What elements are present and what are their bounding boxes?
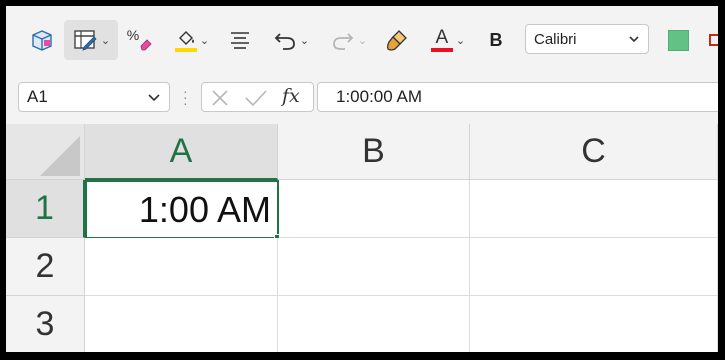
cube-icon[interactable] bbox=[26, 20, 58, 60]
cancel-icon[interactable] bbox=[210, 88, 230, 108]
font-name-value: Calibri bbox=[534, 30, 577, 48]
align-button[interactable] bbox=[226, 20, 254, 60]
table-edit-icon bbox=[74, 30, 97, 51]
bold-button[interactable]: B bbox=[482, 20, 510, 60]
cell-c1[interactable] bbox=[470, 180, 718, 238]
redo-icon bbox=[332, 33, 354, 50]
formula-input[interactable]: 1:00:00 AM bbox=[317, 82, 718, 112]
cell-a1[interactable]: 1:00 AM bbox=[85, 180, 279, 239]
formula-bar: A1 · · · fx 1:00:00 AM bbox=[6, 72, 718, 124]
font-color-letter: A bbox=[435, 27, 449, 48]
select-all-button[interactable] bbox=[6, 124, 85, 180]
column-header-a[interactable]: A bbox=[85, 124, 278, 180]
formula-value: 1:00:00 AM bbox=[336, 87, 423, 106]
eraser-icon bbox=[140, 39, 152, 51]
chevron-down-icon: ⌄ bbox=[199, 34, 210, 47]
highlight-color-bar bbox=[174, 47, 197, 52]
number-format-button[interactable]: % bbox=[124, 20, 156, 60]
paintbrush-icon bbox=[387, 30, 407, 51]
name-box[interactable]: A1 bbox=[18, 82, 170, 112]
chevron-down-icon: ⌄ bbox=[299, 34, 310, 47]
splitter-handle[interactable]: · · · bbox=[183, 84, 188, 110]
cell-c3[interactable] bbox=[470, 296, 718, 352]
excel-window: ⌄ % ⌄ ⌄ ⌄ A ⌄ B Calibri A1 · · · fx 1:00… bbox=[6, 6, 718, 352]
column-header-c[interactable]: C bbox=[470, 124, 718, 180]
cell-a3[interactable] bbox=[85, 296, 278, 352]
paint-bucket-icon bbox=[178, 30, 194, 45]
name-box-value: A1 bbox=[27, 87, 48, 106]
fill-color-button[interactable]: ⌄ bbox=[168, 20, 216, 60]
align-center-icon bbox=[231, 32, 249, 49]
cell-a2[interactable] bbox=[85, 238, 278, 296]
cell-b3[interactable] bbox=[278, 296, 470, 352]
percent-label: % bbox=[126, 27, 140, 43]
fill-swatch[interactable] bbox=[668, 30, 689, 51]
row-header-2[interactable]: 2 bbox=[6, 238, 85, 296]
font-color-button[interactable]: A ⌄ bbox=[424, 20, 472, 60]
row-header-3[interactable]: 3 bbox=[6, 296, 85, 352]
row-header-1[interactable]: 1 bbox=[6, 180, 85, 238]
border-icon[interactable] bbox=[709, 34, 718, 46]
chevron-down-icon: ⌄ bbox=[100, 34, 111, 47]
format-painter-button[interactable] bbox=[382, 20, 412, 60]
chevron-down-icon[interactable] bbox=[147, 89, 161, 105]
undo-icon bbox=[274, 33, 295, 50]
chevron-down-icon: ⌄ bbox=[357, 34, 368, 47]
undo-button[interactable]: ⌄ bbox=[266, 20, 316, 60]
font-color-bar bbox=[430, 48, 453, 52]
cell-b2[interactable] bbox=[278, 238, 470, 296]
column-header-b[interactable]: B bbox=[278, 124, 470, 180]
insert-function-button[interactable]: fx bbox=[282, 85, 300, 107]
cell-c2[interactable] bbox=[470, 238, 718, 296]
formula-buttons: fx bbox=[201, 82, 314, 112]
chevron-down-icon bbox=[628, 31, 640, 47]
format-table-button[interactable]: ⌄ bbox=[64, 20, 118, 60]
ribbon-toolbar: ⌄ % ⌄ ⌄ ⌄ A ⌄ B Calibri bbox=[6, 6, 718, 72]
worksheet-grid: A B C 1 2 3 1:00 AM bbox=[6, 124, 718, 352]
redo-button[interactable]: ⌄ bbox=[324, 20, 374, 60]
font-name-select[interactable]: Calibri bbox=[525, 24, 649, 54]
cell-b1[interactable] bbox=[279, 180, 470, 238]
enter-check-icon[interactable] bbox=[244, 88, 268, 108]
chevron-down-icon: ⌄ bbox=[455, 34, 466, 47]
